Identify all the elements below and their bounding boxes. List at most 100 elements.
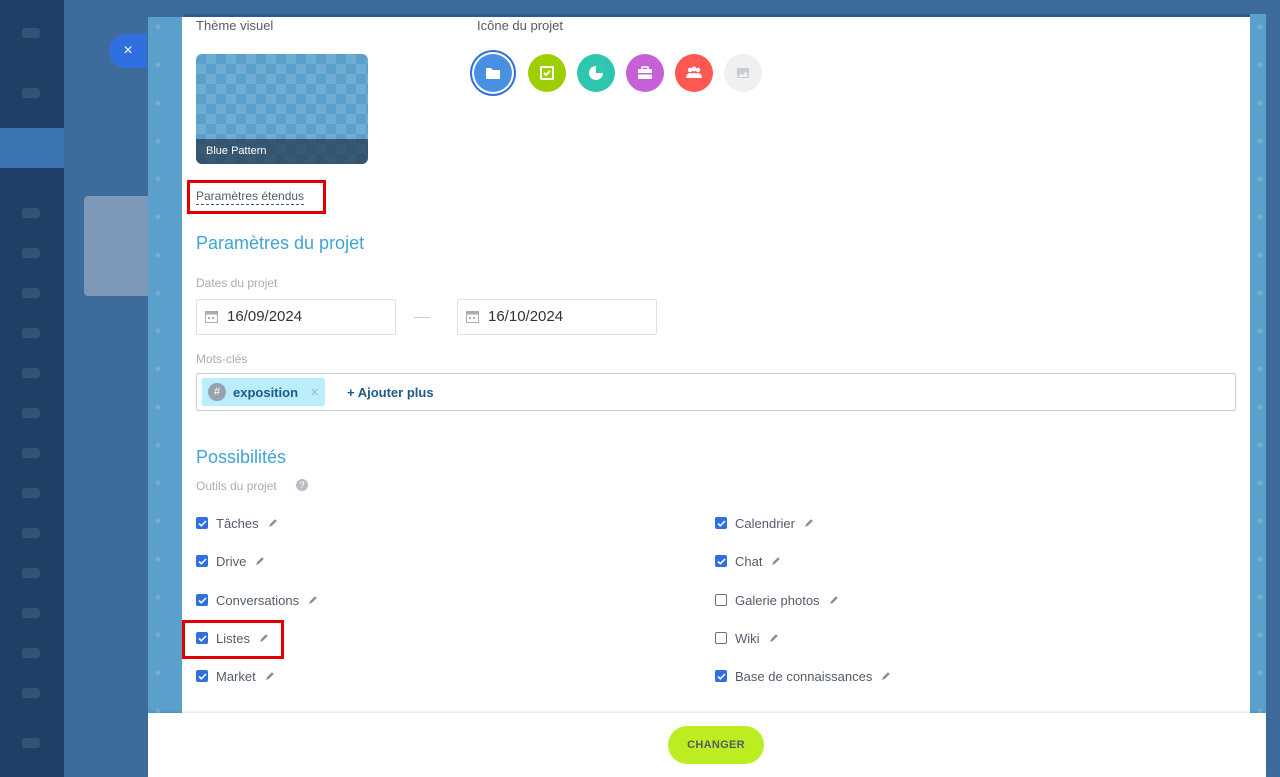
theme-thumbnail[interactable]: Blue Pattern — [196, 54, 368, 164]
pencil-icon[interactable] — [268, 518, 278, 528]
feature-label: Market — [216, 668, 256, 684]
feature-checkbox[interactable] — [196, 517, 208, 529]
pencil-icon[interactable] — [255, 556, 265, 566]
background-menu-dot — [22, 738, 40, 748]
calendar-icon — [205, 311, 218, 323]
keyword-tag: # exposition ✕ — [202, 378, 326, 406]
background-menu-dot — [22, 368, 40, 378]
feature-label: Calendrier — [735, 515, 795, 531]
pencil-icon[interactable] — [265, 671, 275, 681]
feature-label: Base de connaissances — [735, 668, 873, 684]
background-menu-dot — [22, 688, 40, 698]
pencil-icon[interactable] — [769, 633, 779, 643]
close-slider-button[interactable]: × — [109, 34, 147, 68]
project-icon-label: Icône du projet — [477, 18, 564, 33]
feature-label: Tâches — [216, 515, 259, 531]
feature-checkbox[interactable] — [196, 555, 208, 567]
project-tools-label: Outils du projet — [196, 479, 277, 493]
feature-checkbox[interactable] — [715, 670, 727, 682]
feature-option-market[interactable]: Market — [196, 668, 275, 684]
checkmark-icon — [716, 557, 726, 565]
features-title: Possibilités — [196, 447, 287, 467]
checklist-icon-option[interactable] — [528, 54, 566, 92]
checkmark-icon — [716, 519, 726, 527]
help-icon[interactable]: ? — [296, 479, 308, 491]
background-menu-dot — [22, 528, 40, 538]
feature-option-chat[interactable]: Chat — [715, 553, 781, 569]
background-menu-dot — [22, 648, 40, 658]
end-date-value: 16/10/2024 — [488, 308, 564, 325]
feature-label: Wiki — [735, 630, 760, 646]
change-button[interactable]: CHANGER — [668, 726, 764, 764]
feature-label: Chat — [735, 553, 763, 569]
background-menu-dot — [22, 328, 40, 338]
theme-label: Thème visuel — [196, 18, 274, 33]
background-menu-dot — [22, 248, 40, 258]
remove-tag-icon[interactable]: ✕ — [310, 386, 319, 399]
background-menu-dot — [22, 408, 40, 418]
start-date-input[interactable]: 16/09/2024 — [196, 299, 396, 335]
image-icon — [737, 68, 749, 78]
feature-option-conversations[interactable]: Conversations — [196, 592, 318, 608]
pencil-icon[interactable] — [804, 518, 814, 528]
checkmark-icon — [197, 672, 207, 680]
briefcase-icon-option[interactable] — [626, 54, 664, 92]
feature-checkbox[interactable] — [196, 670, 208, 682]
pie-chart-icon-option[interactable] — [577, 54, 615, 92]
feature-label: Conversations — [216, 592, 300, 608]
keywords-label: Mots-clés — [196, 352, 248, 366]
feature-option-drive[interactable]: Drive — [196, 553, 265, 569]
feature-label: Galerie photos — [735, 592, 820, 608]
folder-icon-option[interactable] — [474, 54, 512, 92]
pencil-icon[interactable] — [881, 671, 891, 681]
close-icon: × — [123, 42, 133, 59]
checkmark-icon — [197, 596, 207, 604]
checkmark-icon — [197, 519, 207, 527]
keyword-tag-label: exposition — [233, 384, 299, 400]
feature-option-galerie-photos[interactable]: Galerie photos — [715, 592, 839, 608]
feature-checkbox[interactable] — [715, 632, 727, 644]
keywords-input[interactable]: # exposition ✕ + Ajouter plus — [196, 373, 1236, 411]
feature-label: Drive — [216, 553, 247, 569]
folder-icon — [486, 68, 500, 79]
background-menu-dot — [22, 448, 40, 458]
slider-footer: CHANGER — [148, 713, 1266, 777]
feature-checkbox[interactable] — [715, 594, 727, 606]
background-menu-dot — [22, 568, 40, 578]
feature-option-wiki[interactable]: Wiki — [715, 630, 779, 646]
pie-chart-icon — [589, 66, 603, 80]
group-icon-option[interactable] — [675, 54, 713, 92]
background-sidebar — [0, 0, 64, 777]
feature-checkbox[interactable] — [196, 594, 208, 606]
feature-option-t-ches[interactable]: Tâches — [196, 515, 278, 531]
project-dates-label: Dates du projet — [196, 276, 278, 290]
background-menu-dot — [22, 608, 40, 618]
background-right-edge — [1266, 14, 1280, 777]
add-keyword-button[interactable]: + Ajouter plus — [347, 385, 434, 400]
project-settings-title: Paramètres du projet — [196, 233, 365, 253]
feature-option-base-de-connaissances[interactable]: Base de connaissances — [715, 668, 891, 684]
project-settings-slider: Thème visuel Blue Pattern Icône du proje… — [148, 17, 1266, 777]
background-menu-dot — [22, 288, 40, 298]
group-icon — [686, 66, 702, 78]
background-menu-dot — [22, 488, 40, 498]
feature-option-calendrier[interactable]: Calendrier — [715, 515, 814, 531]
end-date-input[interactable]: 16/10/2024 — [457, 299, 657, 335]
background-topbar — [64, 0, 1280, 14]
briefcase-icon — [638, 66, 652, 79]
highlight-box-lists — [182, 620, 284, 659]
pencil-icon[interactable] — [308, 595, 318, 605]
settings-form: Thème visuel Blue Pattern Icône du proje… — [182, 17, 1250, 713]
pencil-icon[interactable] — [771, 556, 781, 566]
feature-checkbox[interactable] — [715, 517, 727, 529]
image-icon-option[interactable] — [724, 54, 762, 92]
theme-name: Blue Pattern — [196, 139, 368, 164]
start-date-value: 16/09/2024 — [227, 308, 303, 325]
background-menu-dot — [22, 28, 40, 38]
calendar-icon — [466, 311, 479, 323]
highlight-box-extended-settings — [187, 180, 326, 214]
feature-checkbox[interactable] — [715, 555, 727, 567]
checkmark-icon — [197, 557, 207, 565]
checkmark-icon — [716, 672, 726, 680]
pencil-icon[interactable] — [829, 595, 839, 605]
